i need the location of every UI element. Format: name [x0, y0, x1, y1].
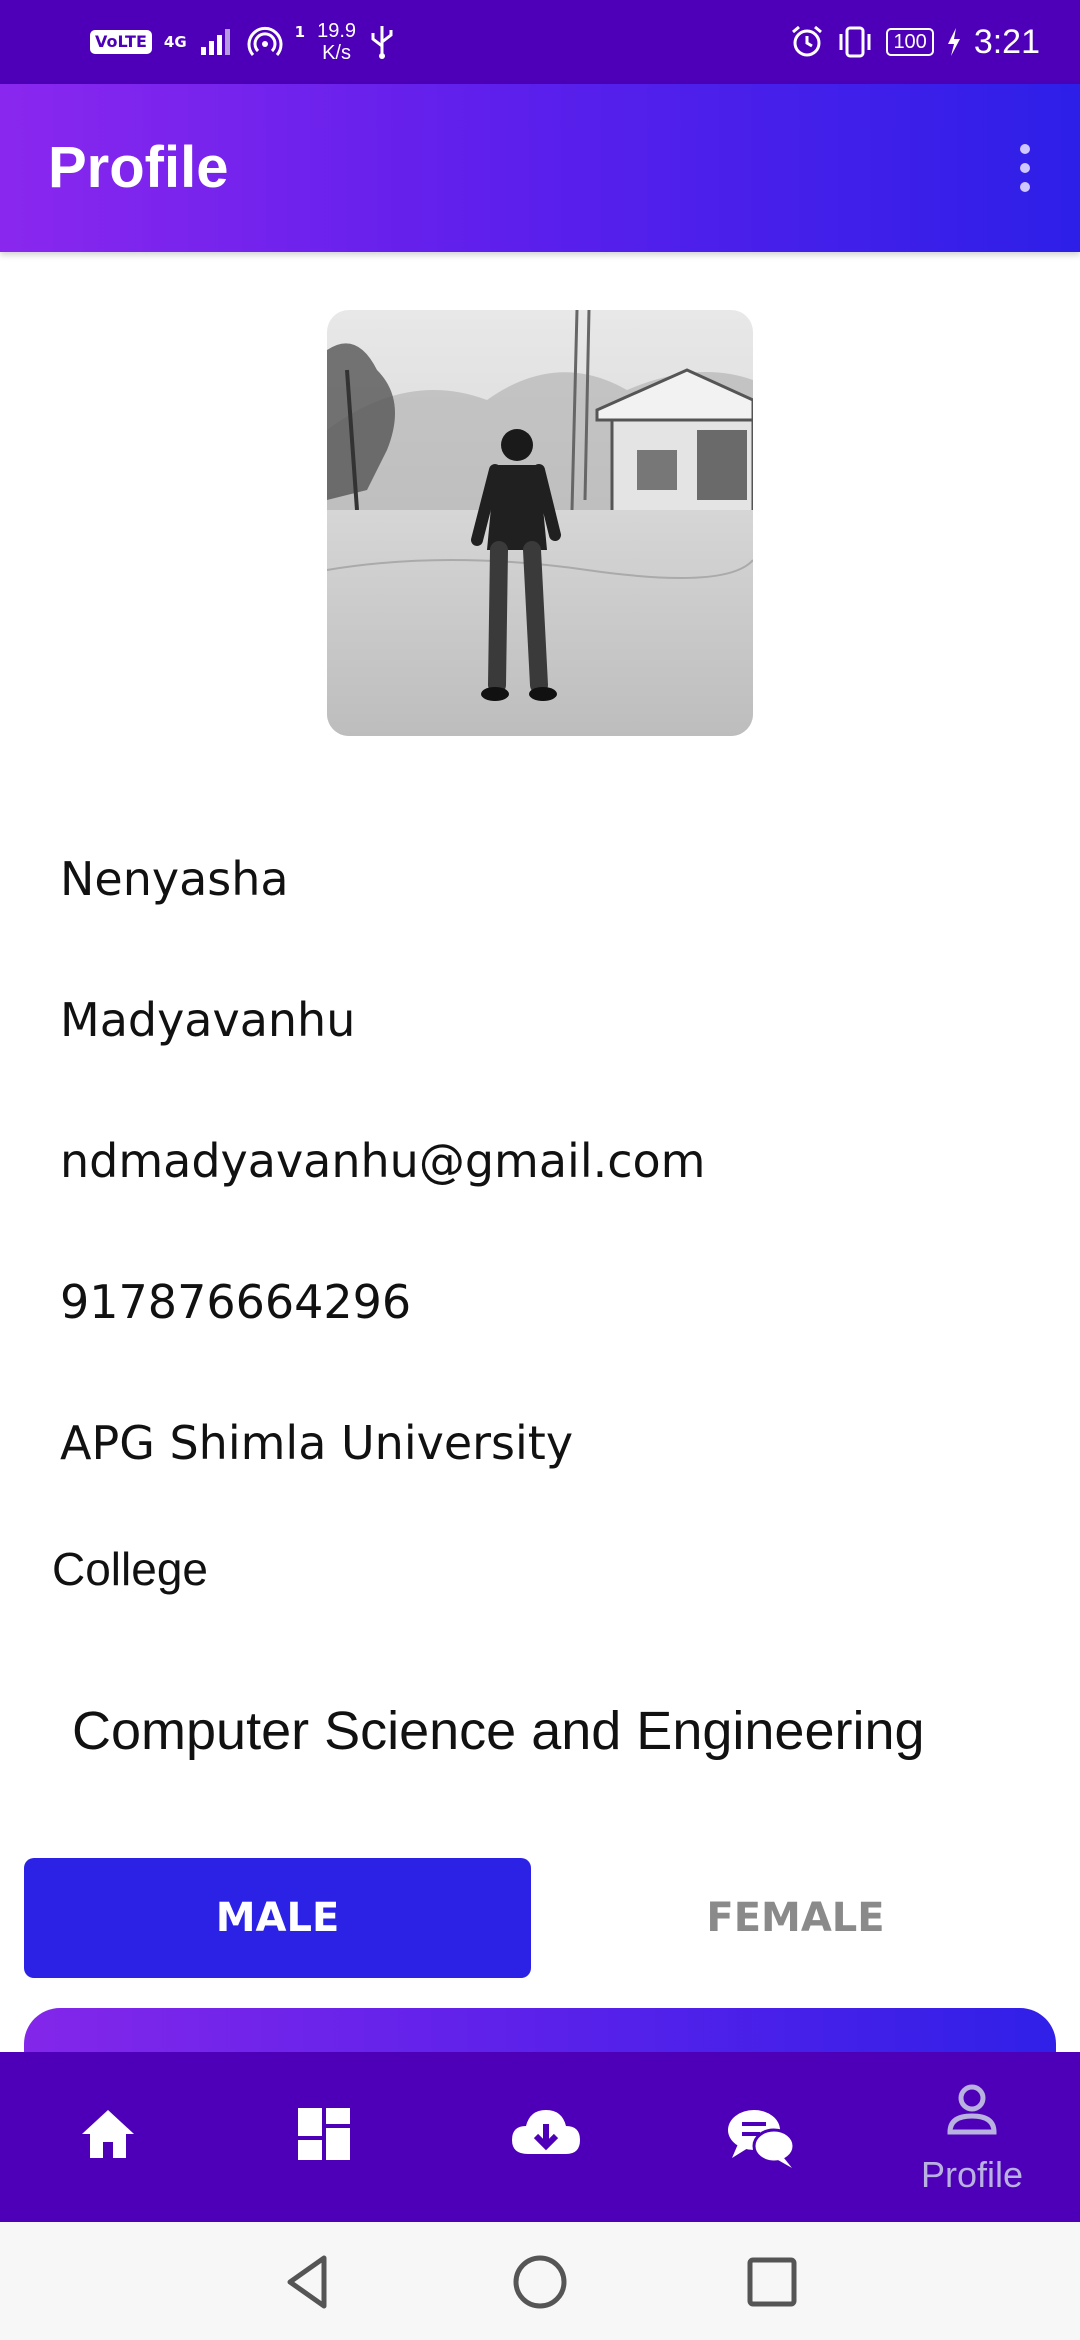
chat-icon — [728, 2110, 796, 2168]
back-icon[interactable] — [278, 2252, 338, 2312]
charging-icon — [947, 28, 960, 56]
nav-profile[interactable]: Profile — [864, 2052, 1080, 2222]
recents-icon[interactable] — [742, 2252, 802, 2312]
volte-badge: VoLTE — [90, 30, 152, 54]
status-bar: VoLTE 4G 1 19.9 K/s 100 3:21 — [0, 0, 1080, 84]
email: ndmadyavanhu@gmail.com — [60, 1134, 706, 1188]
clock: 3:21 — [973, 22, 1040, 61]
data-up-count: 1 — [294, 22, 306, 41]
more-vert-icon[interactable] — [988, 132, 1060, 204]
phone-number: 917876664296 — [60, 1275, 412, 1329]
hotspot-icon — [247, 26, 283, 56]
female-button[interactable]: FEMALE — [542, 1858, 1049, 1978]
app-bar: Profile — [0, 84, 1080, 252]
home-icon — [82, 2110, 134, 2158]
network-type: 4G — [163, 32, 187, 51]
profile-photo-image — [327, 310, 753, 736]
person-icon — [947, 2084, 997, 2135]
bottom-nav: Profile — [0, 2052, 1080, 2222]
department-dropdown[interactable]: Computer Science and Engineering — [72, 1700, 925, 1762]
nav-profile-label: Profile — [920, 2154, 1024, 2195]
nav-chat[interactable] — [648, 2052, 864, 2222]
nav-downloads[interactable] — [432, 2052, 648, 2222]
first-name: Nenyasha — [60, 852, 289, 906]
vibrate-icon — [839, 26, 871, 58]
cloud-download-icon — [512, 2110, 580, 2154]
status-right: 100 3:21 — [790, 18, 1040, 66]
battery-indicator: 100 — [886, 28, 934, 56]
network-speed: 19.9 K/s — [317, 20, 356, 64]
speed-unit: K/s — [322, 42, 351, 64]
alarm-icon — [792, 25, 823, 57]
system-nav-bar — [0, 2222, 1080, 2340]
page-title: Profile — [48, 135, 229, 200]
last-name: Madyavanhu — [60, 993, 356, 1047]
profile-photo[interactable] — [327, 310, 753, 736]
college-label: College — [52, 1543, 208, 1595]
university: APG Shimla University — [60, 1416, 574, 1470]
signal-icon — [200, 29, 230, 55]
nav-dashboard[interactable] — [216, 2052, 432, 2222]
usb-icon — [371, 26, 393, 59]
dashboard-icon — [298, 2108, 350, 2160]
status-left: VoLTE 4G 1 19.9 K/s — [90, 18, 396, 66]
nav-home[interactable] — [0, 2052, 216, 2222]
speed-value: 19.9 — [317, 20, 357, 42]
home-circle-icon[interactable] — [510, 2252, 570, 2312]
male-button[interactable]: MALE — [24, 1858, 531, 1978]
